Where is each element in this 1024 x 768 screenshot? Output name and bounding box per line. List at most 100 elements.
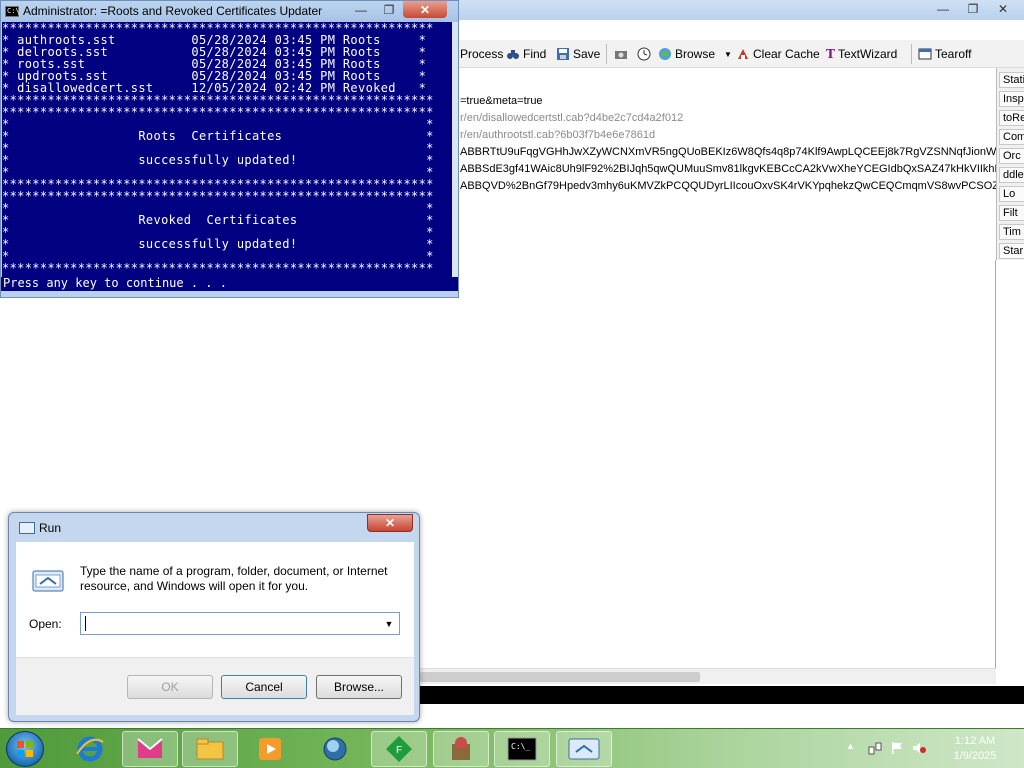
show-hidden-icons-chevron-icon[interactable]: ▲	[846, 741, 860, 755]
tab-statistics[interactable]: Stati	[999, 72, 1024, 88]
taskbar-media-player[interactable]	[242, 731, 298, 767]
taskbar-explorer[interactable]	[182, 731, 238, 767]
close-button[interactable]: ✕	[403, 1, 447, 18]
horizontal-scrollbar[interactable]	[420, 668, 996, 684]
run-program-icon	[32, 570, 64, 592]
dialog-description: Type the name of a program, folder, docu…	[80, 564, 388, 593]
app-icon	[137, 738, 163, 758]
open-input[interactable]	[83, 615, 375, 632]
browse-button[interactable]: Browse ▼	[658, 45, 732, 63]
maximize-button[interactable]: ❐	[375, 1, 403, 18]
cancel-button[interactable]: Cancel	[221, 675, 307, 699]
clear-cache-icon	[738, 49, 748, 59]
text-line: =true&meta=true	[460, 95, 543, 107]
save-button[interactable]: Save	[556, 45, 600, 63]
tab-composer[interactable]: Com	[999, 129, 1024, 145]
tab-inspectors[interactable]: Inspe	[999, 91, 1024, 107]
svg-text:C:\_: C:\_	[511, 742, 530, 751]
taskbar-run[interactable]	[556, 731, 612, 767]
maximize-button[interactable]: ❐	[958, 0, 988, 18]
text-cursor	[85, 616, 86, 631]
tab-autoresponder[interactable]: toRe	[999, 110, 1024, 126]
open-combobox[interactable]: ▼	[80, 612, 400, 635]
toolbar-separator	[911, 44, 912, 64]
volume-muted-icon[interactable]	[912, 741, 926, 755]
ok-button[interactable]: OK	[127, 675, 213, 699]
minimize-icon: —	[937, 2, 949, 16]
quickexec-bar[interactable]	[420, 686, 1024, 704]
taskbar-internet-explorer[interactable]	[62, 731, 118, 767]
run-icon	[19, 522, 35, 534]
camera-icon	[615, 51, 627, 59]
clock-icon	[637, 47, 651, 61]
clear-cache-button[interactable]: Clear Cache	[736, 45, 820, 63]
tab-start[interactable]: Star	[999, 243, 1024, 259]
text-line: r/en/disallowedcertstl.cab?d4be2c7cd4a2f…	[460, 112, 684, 124]
tab-filters[interactable]: Filt	[999, 205, 1024, 221]
tab-orchestra[interactable]: Orc	[999, 148, 1024, 164]
scrollbar-thumb[interactable]	[420, 672, 700, 682]
folder-icon	[196, 738, 224, 760]
timer-button[interactable]	[637, 45, 651, 63]
inspector-tabs-panel: Stati Inspe toRe Com Orc ddle Lo Filt Ti…	[996, 68, 1024, 260]
toolbar-separator	[606, 44, 607, 64]
taskbar-app-globe[interactable]	[307, 731, 363, 767]
console-text: ****************************************…	[2, 21, 434, 275]
restore-icon: ❐	[967, 2, 979, 16]
flag-icon[interactable]	[890, 741, 904, 755]
textwizard-label: TextWizard	[837, 47, 898, 61]
find-label: Find	[523, 47, 547, 61]
browse-button[interactable]: Browse...	[316, 675, 402, 699]
console-scrollbar[interactable]	[452, 22, 458, 290]
console-titlebar[interactable]: C:\ Administrator: =Roots and Revoked Ce…	[1, 1, 458, 22]
tearoff-button[interactable]: Tearoff	[918, 45, 971, 63]
console-prompt: Press any key to continue . . .	[1, 277, 458, 291]
textwizard-button[interactable]: T TextWizard	[826, 45, 897, 63]
taskbar-console[interactable]: C:\_	[494, 731, 550, 767]
cmd-icon: C:\	[5, 6, 20, 17]
clock-date: 1/9/2025	[953, 750, 997, 762]
console-icon: C:\_	[507, 737, 537, 761]
text-line: ABBSdE3gf41WAic8Uh9lF92%2BIJqh5qwQUMuuSm…	[460, 163, 1000, 175]
process-label: Process	[460, 47, 504, 61]
dropdown-arrow-icon[interactable]: ▼	[381, 615, 397, 632]
screenshot-button[interactable]	[614, 45, 628, 63]
restore-icon: ❐	[383, 2, 395, 17]
tab-timeline[interactable]: Tim	[999, 224, 1024, 240]
network-icon[interactable]	[868, 741, 882, 755]
text-line: r/en/authrootstl.cab?6b03f7b4e6e7861d	[460, 129, 656, 141]
process-filter-button[interactable]: Process	[460, 45, 503, 63]
dialog-title: Run	[39, 521, 62, 535]
tab-log[interactable]: Lo	[999, 186, 1024, 202]
text-line: ABBQVD%2BnGf79Hpedv3mhy6uKMVZkPCQQUDyrLI…	[460, 180, 1000, 192]
session-text-area: =true&meta=true r/en/disallowedcertstl.c…	[452, 90, 1000, 670]
minimize-button[interactable]: —	[928, 0, 958, 18]
close-button[interactable]: ✕	[367, 514, 413, 532]
close-button[interactable]: ✕	[988, 0, 1018, 18]
clock-time: 1:12 AM	[954, 735, 996, 747]
tab-fiddlerscript[interactable]: ddle	[999, 167, 1024, 183]
minimize-button[interactable]: —	[347, 1, 375, 18]
binoculars-icon	[507, 50, 519, 59]
panel-divider[interactable]	[995, 260, 996, 670]
dialog-footer: OK Cancel Browse...	[16, 657, 414, 715]
open-label: Open:	[29, 617, 62, 631]
tearoff-icon	[918, 48, 932, 60]
close-icon: ✕	[419, 2, 431, 17]
start-button[interactable]	[6, 731, 44, 767]
dropdown-arrow-icon: ▼	[724, 49, 732, 59]
windows-logo-icon	[17, 741, 33, 757]
minimize-icon: —	[355, 2, 367, 17]
taskbar-app-box[interactable]	[433, 731, 489, 767]
console-window: C:\ Administrator: =Roots and Revoked Ce…	[0, 0, 459, 298]
media-player-icon	[259, 738, 281, 760]
run-icon	[568, 738, 600, 760]
internet-explorer-icon	[76, 736, 104, 762]
tearoff-label: Tearoff	[935, 47, 972, 61]
browse-label: Browse	[675, 47, 716, 61]
taskbar-fiddler[interactable]: F	[371, 731, 427, 767]
taskbar-app-pink[interactable]	[122, 731, 178, 767]
find-button[interactable]: Find	[506, 45, 546, 63]
system-clock[interactable]: 1:12 AM 1/9/2025	[940, 734, 1010, 764]
package-icon	[452, 737, 470, 760]
